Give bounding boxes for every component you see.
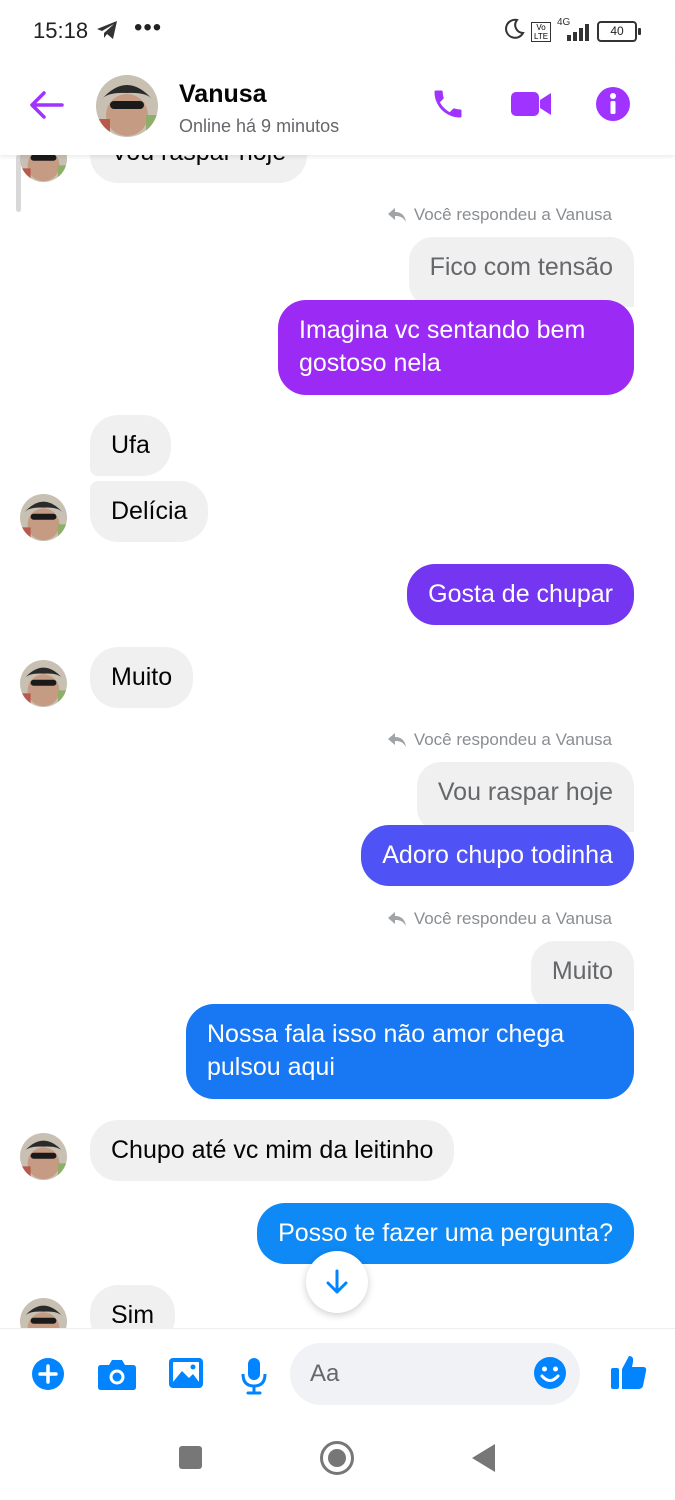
moon-icon [503,18,525,45]
message-line: gostoso nela [299,349,441,377]
received-message[interactable]: Chupo até vc mim da leitinho [90,1120,455,1181]
message-list[interactable]: Vou raspar hoje Você respondeu a Vanusa … [0,155,675,1328]
reply-label-text: Você respondeu a Vanusa [413,909,612,928]
volte-icon: Vo LTE [531,21,551,42]
reply-arrow-icon [387,208,406,222]
scroll-to-bottom-button[interactable] [306,1251,368,1313]
contact-name[interactable]: Vanusa [179,80,267,109]
reply-arrow-icon [387,733,406,747]
status-bar: 15:18 ••• Vo LTE 4G 40 [0,0,675,62]
contact-avatar-small[interactable] [20,1133,67,1180]
status-time: 15:18 [33,18,89,43]
reply-label: Você respondeu a Vanusa [387,205,612,225]
sent-message[interactable]: Nossa fala isso não amor chega pulsou aq… [186,1004,634,1099]
reply-label-text: Você respondeu a Vanusa [413,205,612,224]
message-composer [0,1328,675,1425]
received-message[interactable]: Vou raspar hoje [90,155,308,183]
battery-icon: 40 [597,21,641,42]
received-message[interactable]: Sim [90,1285,176,1328]
conversation-header: Vanusa Online há 9 minutos [0,62,675,155]
microphone-icon[interactable] [240,1357,268,1400]
info-icon[interactable] [595,86,631,127]
contact-avatar[interactable] [96,75,158,137]
phone-icon[interactable] [430,86,466,127]
emoji-icon[interactable] [533,1356,567,1395]
sent-message[interactable]: Adoro chupo todinha [361,825,634,886]
message-line: pulsou aqui [207,1053,335,1081]
message-line: Imagina vc sentando bem [299,316,586,344]
home-icon[interactable] [319,1440,355,1481]
contact-online-status: Online há 9 minutos [179,116,340,136]
quoted-message[interactable]: Muito [530,941,634,1011]
reply-arrow-icon [387,912,406,926]
contact-avatar-small[interactable] [20,155,67,182]
contact-avatar-small[interactable] [20,660,67,707]
received-message[interactable]: Delícia [90,481,209,542]
contact-avatar-small[interactable] [20,494,67,541]
back-nav-icon[interactable] [470,1443,496,1478]
camera-icon[interactable] [97,1357,137,1396]
received-message[interactable]: Muito [90,647,194,708]
quoted-message[interactable]: Fico com tensão [408,237,634,307]
gallery-icon[interactable] [168,1357,204,1394]
quoted-message[interactable]: Vou raspar hoje [416,762,634,832]
message-line: Nossa fala isso não amor chega [207,1020,565,1048]
status-icons: Vo LTE 4G 40 [503,17,641,45]
back-arrow-icon[interactable] [28,90,64,125]
sent-message[interactable]: Posso te fazer uma pergunta? [257,1203,634,1264]
more-notifications-icon: ••• [134,14,163,41]
network-type: 4G [557,16,571,28]
telegram-icon [96,20,118,45]
sent-message[interactable]: Gosta de chupar [407,564,634,625]
reply-label-text: Você respondeu a Vanusa [413,730,612,749]
arrow-down-icon [326,1269,348,1294]
sent-message[interactable]: Imagina vc sentando bem gostoso nela [278,300,634,395]
reply-label: Você respondeu a Vanusa [387,730,612,750]
system-navigation-bar [0,1424,675,1500]
signal-icon: 4G [557,17,591,41]
like-thumbs-up-icon[interactable] [610,1353,648,1396]
reply-label: Você respondeu a Vanusa [387,909,612,929]
received-message[interactable]: Ufa [90,415,171,476]
plus-icon[interactable] [31,1357,65,1396]
contact-avatar-small[interactable] [20,1298,67,1328]
recent-apps-icon[interactable] [178,1445,203,1475]
video-call-icon[interactable] [510,86,552,127]
